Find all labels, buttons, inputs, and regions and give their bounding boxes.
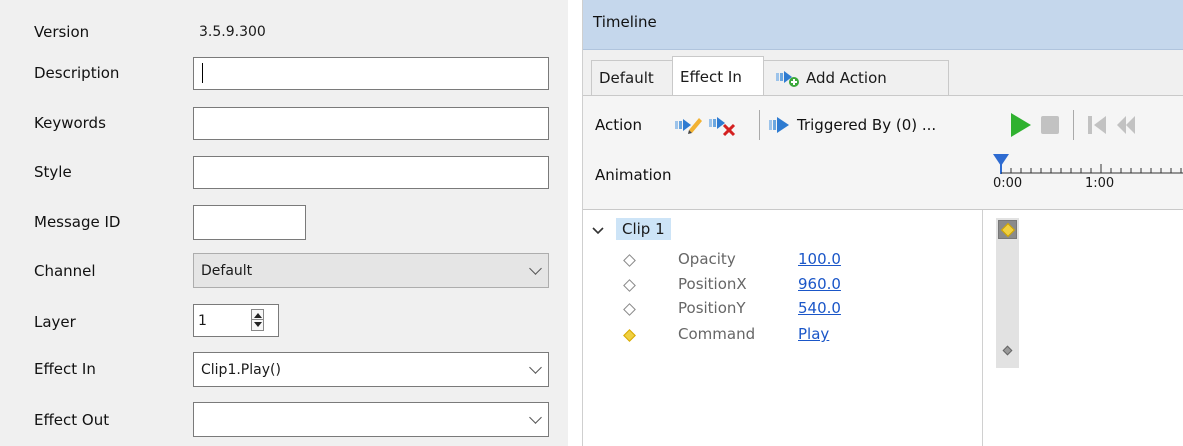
skip-to-start-icon[interactable] xyxy=(1085,113,1109,137)
timeline-panel: Timeline Default Effect In Add Action Ac… xyxy=(582,0,1183,446)
edit-action-icon[interactable] xyxy=(673,112,703,138)
keywords-label: Keywords xyxy=(34,114,106,132)
command-value-link[interactable]: Play xyxy=(798,325,829,343)
channel-label: Channel xyxy=(34,262,96,280)
ruler-tick-label: 0:00 xyxy=(993,176,1023,191)
keyframe-empty-icon[interactable] xyxy=(623,279,636,292)
version-value: 3.5.9.300 xyxy=(199,24,266,40)
keyframe-set-icon[interactable] xyxy=(623,329,636,342)
ruler-tick-label: 1:00 xyxy=(1085,176,1115,191)
delete-action-icon[interactable] xyxy=(707,112,739,138)
chevron-down-icon xyxy=(529,360,542,374)
tab-add-action[interactable]: Add Action xyxy=(763,60,949,95)
triggered-by-button[interactable]: Triggered By (0) ... xyxy=(797,116,936,134)
tab-effect-in[interactable]: Effect In xyxy=(672,56,764,96)
play-icon[interactable] xyxy=(1008,111,1034,139)
version-label: Version xyxy=(34,23,90,41)
tree-property-name: Opacity xyxy=(678,250,736,268)
channel-selected-value: Default xyxy=(201,262,253,279)
layer-stepper[interactable]: 1 xyxy=(193,304,279,337)
timeline-ruler[interactable]: 0:00 1:00 xyxy=(991,148,1183,198)
description-input[interactable] xyxy=(193,57,549,90)
rewind-icon[interactable] xyxy=(1115,113,1135,137)
stop-icon[interactable] xyxy=(1039,114,1061,136)
ruler-ticks xyxy=(1001,164,1183,174)
spin-buttons-icon[interactable] xyxy=(251,309,264,331)
style-label: Style xyxy=(34,163,72,181)
channel-select[interactable]: Default xyxy=(193,253,549,288)
toolbar-separator xyxy=(1073,110,1074,140)
message-id-input[interactable] xyxy=(193,205,306,240)
keyframe-track[interactable] xyxy=(996,218,1019,368)
timeline-title-bar: Timeline xyxy=(583,0,1183,50)
chevron-down-icon xyxy=(529,261,542,275)
chevron-down-icon[interactable] xyxy=(591,224,605,238)
chevron-down-icon xyxy=(529,410,542,424)
triggered-by-icon[interactable] xyxy=(767,114,797,136)
effect-in-selected-value: Clip1.Play() xyxy=(201,361,281,378)
effect-out-label: Effect Out xyxy=(34,411,110,429)
action-label: Action xyxy=(595,116,642,134)
tree-property-name: PositionX xyxy=(678,275,747,293)
keyframe-cell[interactable] xyxy=(998,220,1017,239)
animation-label: Animation xyxy=(595,166,672,184)
add-action-icon xyxy=(776,71,799,87)
properties-panel: Version 3.5.9.300 Description Keywords S… xyxy=(0,0,568,446)
keyframe-track-area[interactable] xyxy=(983,210,1183,446)
timeline-toolbar: Action Triggered By (0) ... Animation 0:… xyxy=(583,95,1183,210)
style-input[interactable] xyxy=(193,156,549,189)
tree-property-name: Command xyxy=(678,325,756,343)
effect-in-select[interactable]: Clip1.Play() xyxy=(193,352,549,387)
panel-splitter[interactable] xyxy=(568,0,582,446)
effect-in-label: Effect In xyxy=(34,360,96,378)
timeline-title: Timeline xyxy=(593,13,657,31)
layer-label: Layer xyxy=(34,313,76,331)
tree-property-name: PositionY xyxy=(678,299,746,317)
description-label: Description xyxy=(34,64,120,82)
keywords-input[interactable] xyxy=(193,107,549,140)
position-y-value-link[interactable]: 540.0 xyxy=(798,299,841,317)
position-x-value-link[interactable]: 960.0 xyxy=(798,275,841,293)
keyframe-marker-icon[interactable] xyxy=(1002,345,1013,356)
keyframe-set-icon[interactable] xyxy=(1000,222,1016,238)
opacity-value-link[interactable]: 100.0 xyxy=(798,250,841,268)
keyframe-empty-icon[interactable] xyxy=(623,254,636,267)
animation-tree: Clip 1 Opacity 100.0 PositionX 960.0 Pos… xyxy=(583,210,983,446)
text-caret xyxy=(202,63,203,83)
keyframe-empty-icon[interactable] xyxy=(623,303,636,316)
tab-default[interactable]: Default xyxy=(591,60,673,95)
message-id-label: Message ID xyxy=(34,213,121,231)
tree-clip-item[interactable]: Clip 1 xyxy=(616,218,671,240)
layer-value: 1 xyxy=(198,312,207,329)
timeline-tabs: Default Effect In Add Action xyxy=(583,50,1183,96)
toolbar-separator xyxy=(759,110,760,140)
effect-out-select[interactable] xyxy=(193,402,549,437)
